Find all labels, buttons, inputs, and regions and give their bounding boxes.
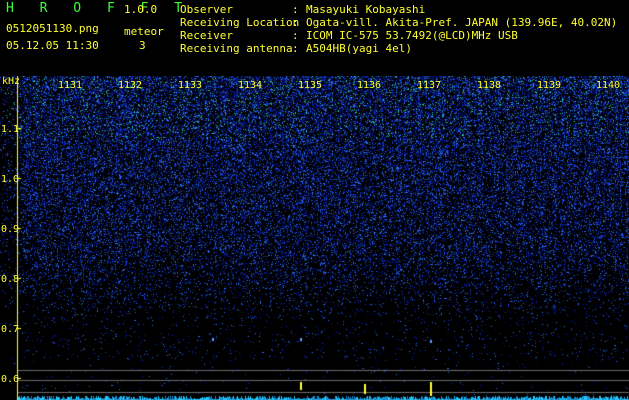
app-version: 1.0.0 — [124, 3, 158, 16]
antenna-key: Receiving antenna — [180, 42, 293, 55]
freq-tick: 0.9 — [1, 224, 20, 235]
meteor-label: meteor — [124, 25, 164, 38]
spectrogram-canvas — [0, 76, 629, 400]
file-name: 0512051130.png — [6, 22, 99, 35]
observer-key: Observer — [180, 3, 233, 16]
time-tick: 1131 — [58, 80, 83, 91]
freq-tick: 0.7 — [1, 324, 20, 335]
receiver-value: ICOM IC-575 53.7492(@LCD)MHz USB — [306, 29, 518, 42]
freq-tick: 1.1 — [1, 124, 20, 135]
observer-value: Masayuki Kobayashi — [306, 3, 426, 16]
observer-colon: : — [292, 3, 299, 16]
location-colon: : — [292, 16, 299, 29]
time-tick: 1136 — [357, 80, 382, 91]
receiver-key: Receiver — [180, 29, 233, 42]
meteor-count: 3 — [139, 39, 146, 52]
time-tick: 1132 — [118, 80, 143, 91]
antenna-colon: : — [292, 42, 299, 55]
time-tick: 1139 — [537, 80, 562, 91]
time-tick: 1138 — [477, 80, 502, 91]
time-tick: 1140 — [596, 80, 621, 91]
time-tick: 1134 — [238, 80, 263, 91]
time-tick: 1133 — [178, 80, 203, 91]
header-panel: H R O F F T 1.0.0 0512051130.png 05.12.0… — [0, 0, 629, 76]
antenna-value: A504HB(yagi 4el) — [306, 42, 412, 55]
freq-tick: 1.0 — [1, 174, 20, 185]
timestamp: 05.12.05 11:30 — [6, 39, 99, 52]
freq-tick: 0.8 — [1, 274, 20, 285]
time-tick: 1137 — [417, 80, 442, 91]
freq-tick: 0.6 — [1, 374, 20, 385]
receiver-colon: : — [292, 29, 299, 42]
time-tick: 1135 — [298, 80, 323, 91]
location-key: Receiving Location — [180, 16, 300, 29]
location-value: Ogata-vill. Akita-Pref. JAPAN (139.96E, … — [306, 16, 618, 29]
y-unit-label: kHz — [2, 76, 21, 87]
app-title: H R O F F T — [6, 1, 192, 16]
